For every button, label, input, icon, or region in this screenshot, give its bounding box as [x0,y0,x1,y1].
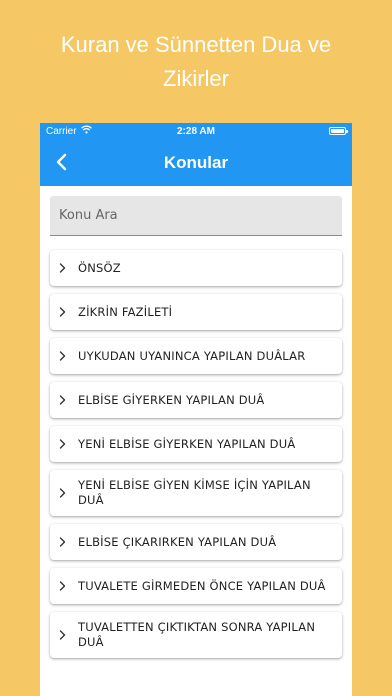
back-button[interactable] [50,151,72,173]
status-bar: Carrier 2:28 AM [40,123,352,139]
list-item[interactable]: ELBİSE GİYERKEN YAPILAN DUÂ [50,382,342,418]
chevron-right-icon [59,630,67,640]
chevron-right-icon [59,395,67,405]
chevron-right-icon [59,537,67,547]
wifi-icon [80,125,92,137]
list-item[interactable]: TUVALETTEN ÇIKTIKTAN SONRA YAPILAN DUÂ [50,612,342,658]
list-item-label: UYKUDAN UYANINCA YAPILAN DUÂLAR [78,348,306,363]
list-item-label: YENİ ELBİSE GİYERKEN YAPILAN DUÂ [78,436,296,451]
list-item[interactable]: YENİ ELBİSE GİYERKEN YAPILAN DUÂ [50,426,342,462]
chevron-right-icon [59,581,67,591]
list-item-label: ELBİSE GİYERKEN YAPILAN DUÂ [78,392,265,407]
list-item-label: TUVALETTEN ÇIKTIKTAN SONRA YAPILAN DUÂ [78,620,316,649]
list-item-label: YENİ ELBİSE GİYEN KİMSE İÇİN YAPILAN DUÂ [78,478,311,507]
list-item[interactable]: ÖNSÖZ [50,250,342,286]
chevron-right-icon [59,488,67,498]
chevron-right-icon [59,351,67,361]
chevron-right-icon [59,439,67,449]
carrier-label: Carrier [46,125,77,137]
list-item[interactable]: ELBİSE ÇIKARIRKEN YAPILAN DUÂ [50,524,342,560]
search-input[interactable] [59,208,333,223]
list-item[interactable]: ZİKRİN FAZİLETİ [50,294,342,330]
list-item-label: TUVALETE GİRMEDEN ÖNCE YAPILAN DUÂ [78,578,326,593]
page-title: Konular [163,152,229,172]
list-item[interactable]: TUVALETE GİRMEDEN ÖNCE YAPILAN DUÂ [50,568,342,604]
nav-bar: Konular [40,139,352,186]
list-item-label: ÖNSÖZ [78,260,121,275]
list-item-label: ELBİSE ÇIKARIRKEN YAPILAN DUÂ [78,534,277,549]
chevron-right-icon [59,307,67,317]
topic-list: ÖNSÖZ ZİKRİN FAZİLETİ UYKUDAN UYANINCA YAP… [40,236,352,658]
list-item[interactable]: YENİ ELBİSE GİYEN KİMSE İÇİN YAPILAN DUÂ [50,470,342,516]
promo-title: Kuran ve Sünnetten Dua ve Zikirler [60,32,332,91]
phone-screen: Carrier 2:28 AM Konular ÖNSÖZ ZİKRİN FAZİ… [40,123,352,696]
chevron-right-icon [59,263,67,273]
battery-icon [329,127,348,135]
list-item-label: ZİKRİN FAZİLETİ [78,304,173,319]
search-field[interactable] [50,196,342,236]
chevron-left-icon [56,153,67,171]
list-item[interactable]: UYKUDAN UYANINCA YAPILAN DUÂLAR [50,338,342,374]
